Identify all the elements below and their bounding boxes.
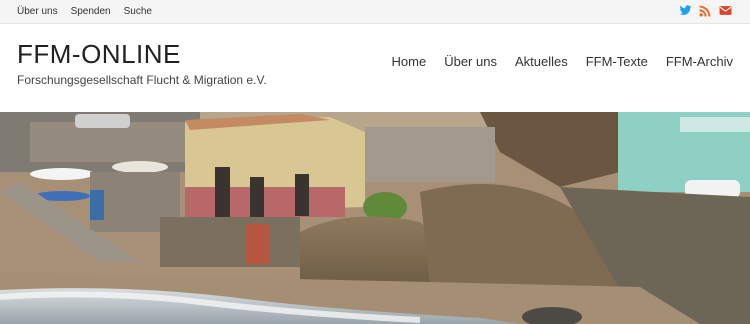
twitter-icon[interactable] bbox=[679, 4, 692, 17]
hero-image bbox=[0, 112, 750, 324]
nav-item-ueber-uns[interactable]: Über uns bbox=[444, 54, 497, 69]
top-link-suche[interactable]: Suche bbox=[124, 6, 152, 17]
top-bar: Über uns Spenden Suche bbox=[0, 0, 750, 24]
site-description: Forschungsgesellschaft Flucht & Migratio… bbox=[17, 73, 267, 87]
rss-icon[interactable] bbox=[699, 4, 712, 17]
envelope-icon[interactable] bbox=[719, 4, 732, 17]
top-link-ueber-uns[interactable]: Über uns bbox=[17, 6, 58, 17]
site-header: FFM-ONLINE Forschungsgesellschaft Flucht… bbox=[0, 24, 750, 111]
nav-item-ffm-texte[interactable]: FFM-Texte bbox=[586, 54, 648, 69]
social-icons bbox=[679, 4, 732, 17]
coastal-village-photo bbox=[0, 112, 750, 324]
nav-item-home[interactable]: Home bbox=[392, 54, 427, 69]
top-link-spenden[interactable]: Spenden bbox=[71, 6, 111, 17]
main-nav: Home Über uns Aktuelles FFM-Texte FFM-Ar… bbox=[392, 54, 733, 69]
top-links: Über uns Spenden Suche bbox=[17, 0, 152, 23]
nav-item-aktuelles[interactable]: Aktuelles bbox=[515, 54, 568, 69]
site-title[interactable]: FFM-ONLINE bbox=[17, 39, 181, 70]
nav-item-ffm-archiv[interactable]: FFM-Archiv bbox=[666, 54, 733, 69]
